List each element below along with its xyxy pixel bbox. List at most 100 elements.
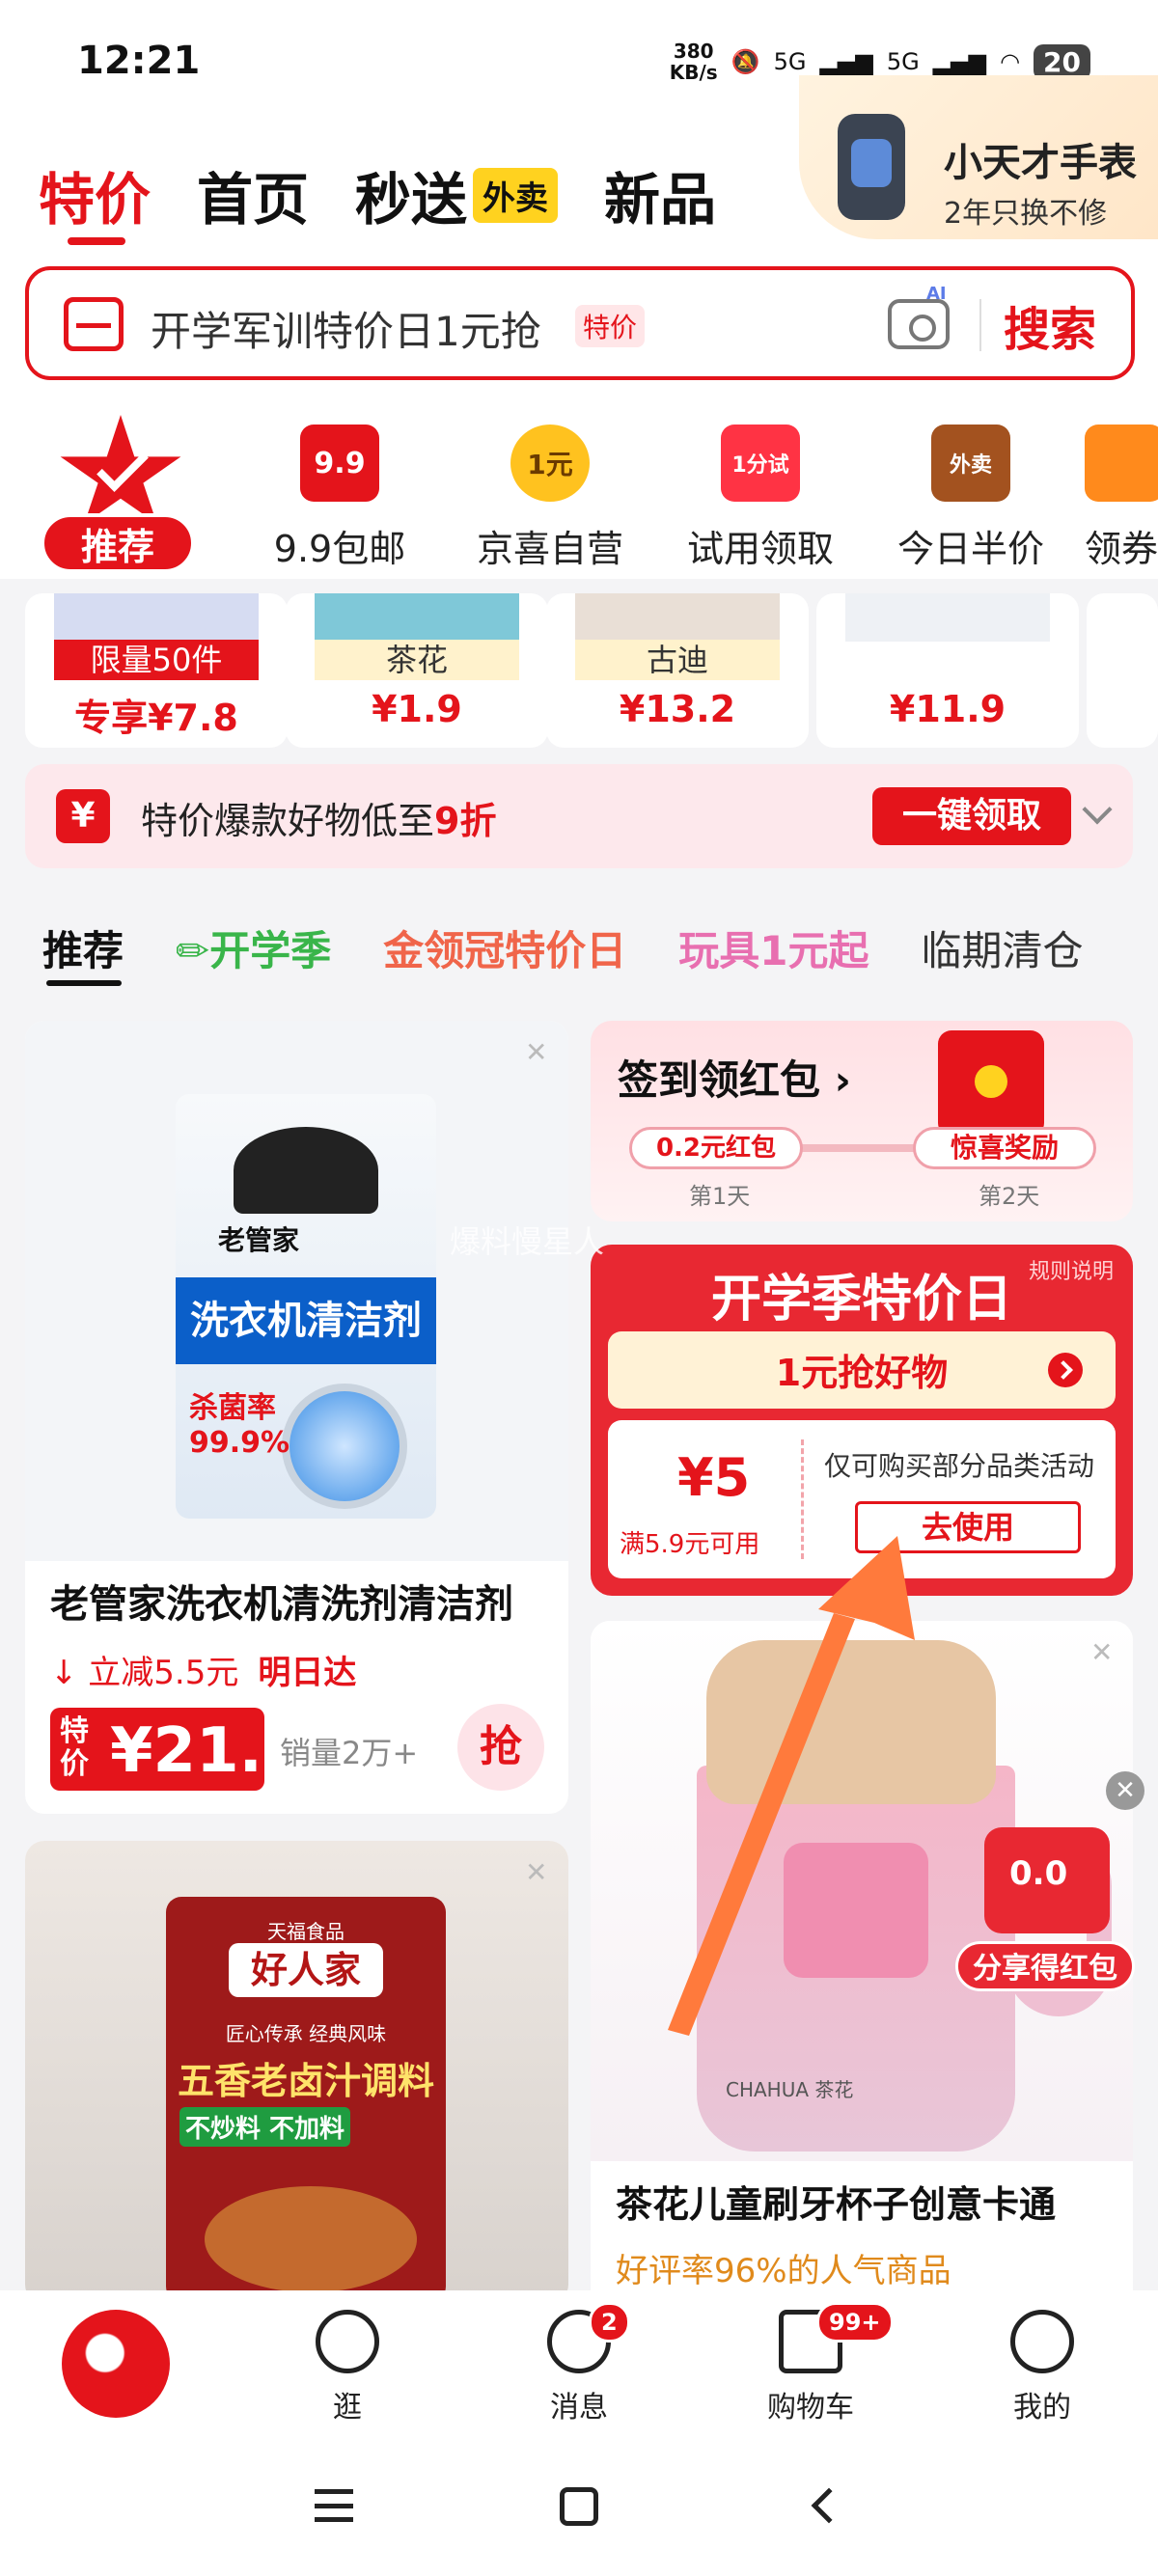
feed-tab-back-to-school[interactable]: ✏开学季 (176, 918, 331, 977)
tab-new-arrivals[interactable]: 新品 (604, 154, 716, 235)
coupon-text: 特价爆款好物低至9折 (141, 791, 496, 844)
home-mascot-icon[interactable] (62, 2310, 170, 2418)
checkin-step-2: 惊喜奖励 (913, 1127, 1096, 1169)
bag-slogan: 匠心传承 经典风味 (225, 2022, 387, 2045)
back-icon[interactable] (811, 2487, 847, 2524)
use-coupon-button[interactable]: 去使用 (855, 1501, 1081, 1553)
feed-tab-recommend[interactable]: 推荐 (42, 918, 124, 977)
strip-price: 专享¥7.8 (74, 697, 238, 739)
rules-link[interactable]: 规则说明 (1029, 1254, 1114, 1285)
user-icon (1010, 2310, 1074, 2373)
product-tags: ↓ 立减5.5元 明日达 (50, 1646, 356, 1693)
coupon-description: 仅可购买部分品类活动 (824, 1450, 1095, 1482)
next-day-tag: 明日达 (258, 1654, 357, 1692)
search-divider (979, 299, 981, 351)
tab-instant-delivery[interactable]: 秒送 外卖 (355, 154, 559, 235)
feed-tab-toys[interactable]: 玩具1元起 (678, 918, 868, 977)
category-trial[interactable]: 1分试 试用领取 (664, 425, 857, 572)
strip-price: ¥1.9 (372, 688, 462, 730)
package-claim: 杀菌率99.9% (189, 1391, 290, 1460)
category-recommend[interactable]: 推荐 (29, 415, 212, 579)
home-icon[interactable] (560, 2487, 598, 2526)
mute-bell-icon: 🔕 (731, 48, 760, 75)
top-tabs: 特价 首页 秒送 外卖 新品 (39, 154, 716, 235)
food-bowl-graphic (205, 2186, 417, 2292)
strip-card[interactable]: 限量50件 专享¥7.8 (25, 593, 288, 748)
product-title: 老管家洗衣机清洗剂清洁剂 (50, 1582, 513, 1627)
promo-subtitle: 2年只换不修 (944, 197, 1108, 231)
close-icon[interactable]: ✕ (1090, 1636, 1113, 1668)
one-yuan-icon: 1元 (510, 425, 590, 502)
menu-icon[interactable] (315, 2489, 353, 2522)
signal-bars-icon-2: ▂▄▆ (932, 48, 987, 75)
checkin-step-1: 0.2元红包 (629, 1127, 803, 1169)
category-row: 推荐 9.9 9.9包邮 1元 京喜自营 1分试 试用领取 外卖 今日半价 领券 (0, 415, 1158, 589)
product-image (845, 593, 1050, 642)
price-tag-label: 特价 (60, 1714, 89, 1781)
tab-special-price[interactable]: 特价 (39, 154, 151, 235)
nav-label: 逛 (333, 2391, 362, 2425)
nav-profile[interactable]: 我的 (975, 2310, 1110, 2425)
snack-graphic (706, 1640, 996, 1804)
product-card-marinade[interactable]: 天福食品 好人家 匠心传承 经典风味 五香老卤汁调料 不炒料 不加料 ✕ (25, 1841, 568, 2304)
nav-label: 消息 (550, 2391, 608, 2425)
category-9-9-free-shipping[interactable]: 9.9 9.9包邮 (243, 425, 436, 572)
one-yuan-deals-bar[interactable]: 1元抢好物 (608, 1331, 1116, 1409)
nav-label: 我的 (1013, 2391, 1071, 2425)
search-input[interactable]: 开学军训特价日1元抢 (151, 299, 541, 358)
strip-card[interactable] (1087, 593, 1158, 748)
search-tag: 特价 (575, 305, 646, 347)
category-half-price[interactable]: 外卖 今日半价 (874, 425, 1067, 572)
bag-title: 五香老卤汁调料 (177, 2060, 434, 2102)
shopping-bag-icon: 1分试 (721, 425, 800, 502)
product-price: ¥21.1 (110, 1715, 306, 1787)
package-brand: 老管家 (218, 1224, 300, 1256)
top-promo-banner[interactable]: 小天才手表 2年只换不修 (799, 75, 1158, 239)
category-recommend-label: 推荐 (41, 513, 195, 573)
bottom-navigation: 逛 消息 2 购物车 99+ 我的 (0, 2290, 1158, 2445)
search-bar[interactable]: 开学军训特价日1元抢 特价 AI 搜索 (25, 266, 1135, 380)
discount-tag: ↓ 立减5.5元 (50, 1654, 239, 1692)
browse-icon (316, 2310, 379, 2373)
category-coupons[interactable]: 领券 (1085, 425, 1158, 572)
strip-card[interactable]: ¥11.9 (816, 593, 1079, 748)
nav-cart[interactable]: 购物车 99+ (743, 2302, 894, 2425)
camera-icon[interactable] (888, 299, 950, 349)
watermark: 爆料慢星人 (450, 1223, 605, 1260)
grab-button[interactable]: 抢 (457, 1704, 544, 1791)
coupon-amount: ¥5 (677, 1447, 751, 1508)
claim-all-button[interactable]: 一键领取 (872, 787, 1071, 845)
cup-brand: CHAHUA 茶花 (726, 2078, 854, 2101)
category-jingxi-self-run[interactable]: 1元 京喜自营 (454, 425, 647, 572)
strip-card[interactable]: 茶花 ¥1.9 (286, 593, 548, 748)
coupon-bar[interactable]: ¥ 特价爆款好物低至9折 一键领取 (25, 764, 1133, 868)
search-button[interactable]: 搜索 (1004, 291, 1096, 359)
back-to-school-card[interactable]: 开学季特价日 规则说明 1元抢好物 ¥5 满5.9元可用 仅可购买部分品类活动 … (591, 1245, 1133, 1596)
product-image: 天福食品 好人家 匠心传承 经典风味 五香老卤汁调料 不炒料 不加料 ✕ (25, 1841, 568, 2304)
tab-home[interactable]: 首页 (197, 154, 309, 235)
feed-tab-formula-sale[interactable]: 金领冠特价日 (383, 918, 626, 977)
smartwatch-image (838, 114, 905, 220)
share-label: 分享得红包 (955, 1941, 1135, 1991)
close-icon[interactable]: ✕ (525, 1036, 547, 1068)
category-label: 9.9包邮 (273, 528, 406, 570)
close-icon[interactable]: ✕ (525, 1856, 547, 1888)
close-share-icon[interactable]: ✕ (1106, 1771, 1144, 1810)
tab-instant-delivery-label: 秒送 (355, 167, 468, 233)
product-image (54, 593, 259, 642)
strip-price: ¥11.9 (889, 688, 1006, 730)
strip-price: ¥13.2 (619, 688, 736, 730)
bag-badge: 不炒料 不加料 (179, 2107, 351, 2147)
strip-card[interactable]: 古迪 ¥13.2 (546, 593, 809, 748)
share-red-packet-float[interactable]: 分享得红包 (955, 1816, 1139, 1999)
feed-tab-clearance[interactable]: 临期清仓 (921, 918, 1083, 977)
signal-bars-icon: ▂▄▆ (819, 48, 873, 75)
scan-icon[interactable] (64, 297, 124, 351)
checkin-card[interactable]: 签到领红包 › 0.2元红包 惊喜奖励 第1天 第2天 (591, 1021, 1133, 1221)
chevron-down-icon[interactable] (1082, 794, 1113, 825)
nav-messages[interactable]: 消息 2 (511, 2302, 647, 2425)
message-count-badge: 2 (589, 2302, 630, 2343)
product-rating-note: 好评率96%的人气商品 (616, 2252, 951, 2290)
nav-browse[interactable]: 逛 (280, 2310, 415, 2425)
product-card-washer-cleaner[interactable]: 老管家 洗衣机清洁剂 杀菌率99.9% ✕ 老管家洗衣机清洗剂清洁剂 ↓ 立减5… (25, 1021, 568, 1814)
